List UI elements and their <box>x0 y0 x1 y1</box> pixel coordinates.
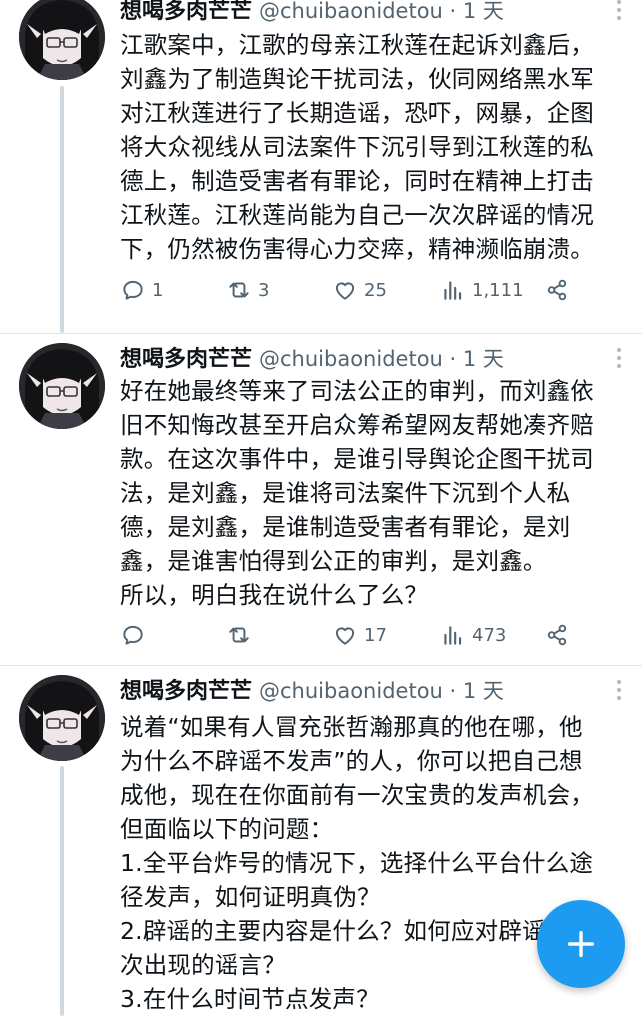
tweet-text-line: 说着“如果有人冒充张哲瀚那真的他在哪，他 <box>120 713 583 741</box>
retweet-count: 3 <box>258 279 270 301</box>
author-handle[interactable]: @chuibaonidetou · 1 天 <box>259 347 504 371</box>
tweet-text-line: 旧不知悔改甚至开启众筹希望网友帮她凑齐赔 <box>120 411 594 439</box>
share-button[interactable] <box>544 620 570 650</box>
analytics-icon <box>444 626 462 645</box>
tweet-text-line: 对江秋莲进行了长期造谣，恐吓，网暴，企图 <box>120 99 594 127</box>
reply-button[interactable]: 1 <box>120 275 163 305</box>
thread-line <box>60 86 64 333</box>
tweet-text-line: 好在她最终等来了司法公正的审判，而刘鑫依 <box>120 377 594 405</box>
tweet-text-line: 所以，明白我在说什么了么？ <box>120 581 429 609</box>
author-name[interactable]: 想喝多肉芒芒 <box>120 679 252 704</box>
tweet-text-line: 江秋莲。江秋莲尚能为自己一次次辟谣的情况 <box>120 201 594 229</box>
author-name[interactable]: 想喝多肉芒芒 <box>120 0 252 24</box>
more-options-icon[interactable] <box>616 0 622 22</box>
author-handle[interactable]: @chuibaonidetou · 1 天 <box>259 0 504 23</box>
tweet-text-line: 1.全平台炸号的情况下，选择什么平台什么途 <box>120 849 594 877</box>
avatar[interactable] <box>19 343 105 429</box>
tweet-header: 想喝多肉芒芒 @chuibaonidetou · 1 天 <box>120 344 622 374</box>
retweet-icon <box>229 282 249 298</box>
views-button[interactable]: 1,111 <box>440 275 524 305</box>
tweet-text: 江歌案中，江歌的母亲江秋莲在起诉刘鑫后， 刘鑫为了制造舆论干扰司法，伙同网络黑水… <box>120 28 635 266</box>
tweet-text-line: 德，是刘鑫，是谁制造受害者有罪论，是刘 <box>120 513 571 541</box>
tweet-actions: 1 3 25 1,111 <box>120 275 580 305</box>
heart-icon <box>335 627 355 645</box>
share-icon <box>547 279 567 301</box>
tweet-actions: 17 473 <box>120 620 580 650</box>
view-count: 1,111 <box>472 279 524 301</box>
reply-icon <box>123 625 143 645</box>
tweet-text-line: 下，仍然被伤害得心力交瘁，精神濒临崩溃。 <box>120 235 594 263</box>
retweet-button[interactable]: 3 <box>226 275 269 305</box>
tweet-header: 想喝多肉芒芒 @chuibaonidetou · 1 天 <box>120 0 622 26</box>
tweet-1[interactable]: 想喝多肉芒芒 @chuibaonidetou · 1 天 江歌案中，江歌的母亲江… <box>0 0 642 333</box>
thread-line <box>60 766 64 1016</box>
like-button[interactable]: 25 <box>332 275 387 305</box>
tweet-text-line: 款。在这次事件中，是谁引导舆论企图干扰司 <box>120 445 594 473</box>
tweet-text-line: 将大众视线从司法案件下沉引导到江秋莲的私 <box>120 133 594 161</box>
share-icon <box>547 624 567 646</box>
more-options-icon[interactable] <box>616 348 622 370</box>
like-count: 17 <box>364 624 387 646</box>
tweet-2[interactable]: 想喝多肉芒芒 @chuibaonidetou · 1 天 好在她最终等来了司法公… <box>0 333 642 665</box>
analytics-icon <box>444 281 462 300</box>
heart-icon <box>335 282 355 300</box>
tweet-text-line: 但面临以下的问题： <box>120 815 334 843</box>
tweet-text-line: 为什么不辟谣不发声”的人，你可以把自己想 <box>120 747 583 775</box>
tweet-text-line: 德上，制造受害者有罪论，同时在精神上打击 <box>120 167 594 195</box>
more-options-icon[interactable] <box>616 680 622 702</box>
share-button[interactable] <box>544 275 570 305</box>
plus-icon <box>567 930 595 958</box>
avatar[interactable] <box>19 0 105 80</box>
view-count: 473 <box>472 624 507 646</box>
tweet-text-line: 3.在什么时间节点发声？ <box>120 985 380 1013</box>
compose-tweet-button[interactable] <box>537 900 625 988</box>
author-handle[interactable]: @chuibaonidetou · 1 天 <box>259 679 504 703</box>
retweet-icon <box>229 627 249 643</box>
author-name[interactable]: 想喝多肉芒芒 <box>120 347 252 372</box>
tweet-text-line: 鑫，是谁害怕得到公正的审判，是刘鑫。 <box>120 547 547 575</box>
tweet-text-line: 法，是刘鑫，是谁将司法案件下沉到个人私 <box>120 479 571 507</box>
retweet-button[interactable] <box>226 620 258 650</box>
reply-count: 1 <box>152 279 164 301</box>
like-button[interactable]: 17 <box>332 620 387 650</box>
reply-icon <box>123 280 143 300</box>
tweet-text-line: 江歌案中，江歌的母亲江秋莲在起诉刘鑫后， <box>120 31 594 59</box>
like-count: 25 <box>364 279 387 301</box>
tweet-text-line: 成他，现在在你面前有一次宝贵的发声机会， <box>120 781 594 809</box>
reply-button[interactable] <box>120 620 152 650</box>
tweet-header: 想喝多肉芒芒 @chuibaonidetou · 1 天 <box>120 676 622 706</box>
avatar[interactable] <box>19 675 105 761</box>
views-button[interactable]: 473 <box>440 620 506 650</box>
tweet-text-line: 刘鑫为了制造舆论干扰司法，伙同网络黑水军 <box>120 65 594 93</box>
tweet-text: 好在她最终等来了司法公正的审判，而刘鑫依 旧不知悔改甚至开启众筹希望网友帮她凑齐… <box>120 374 635 612</box>
